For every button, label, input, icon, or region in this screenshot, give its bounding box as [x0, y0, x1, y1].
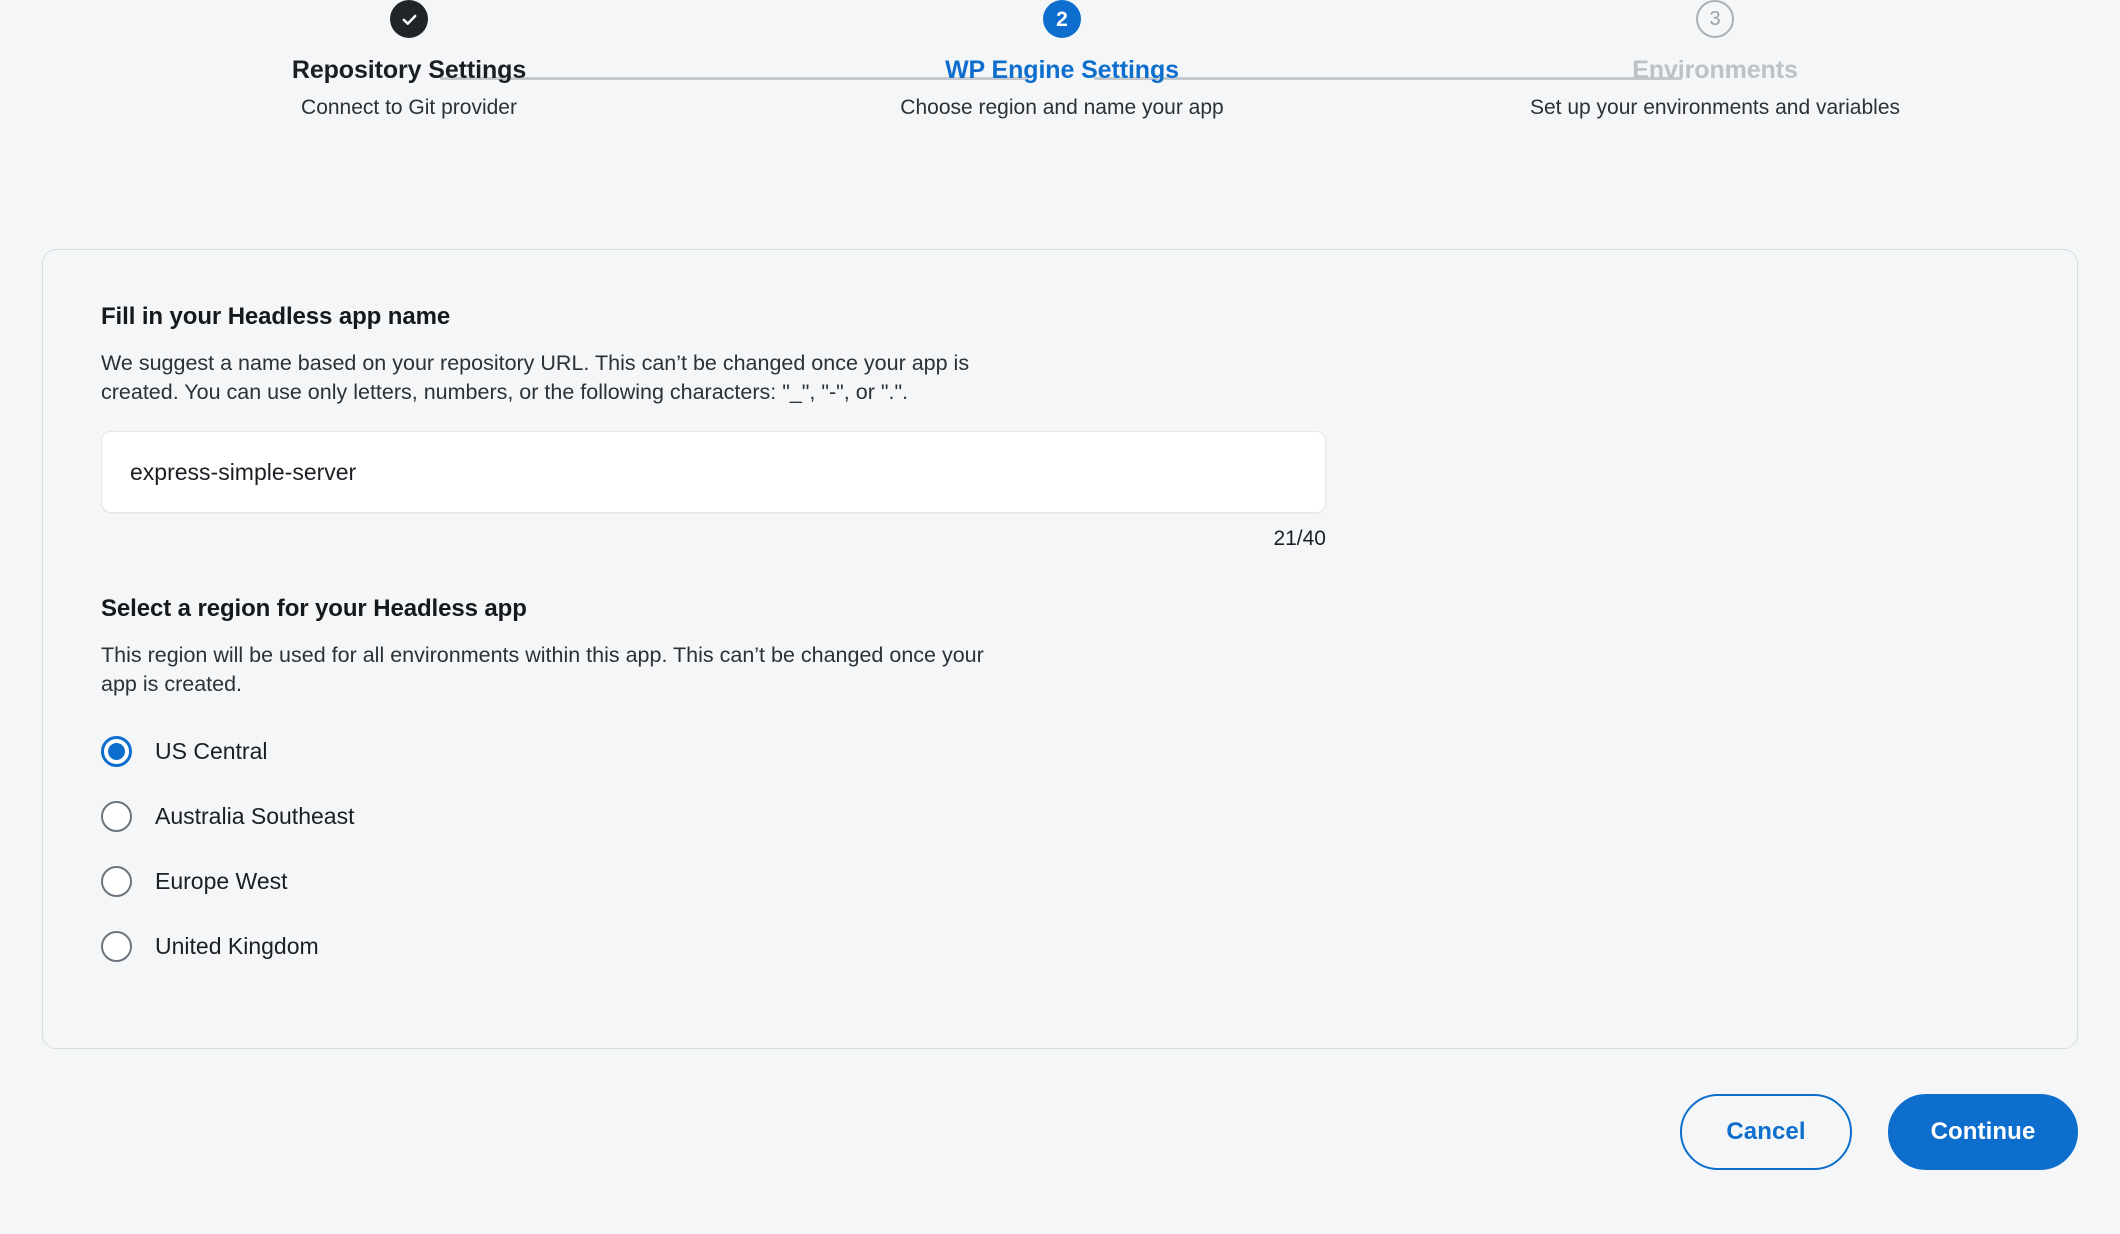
app-name-input[interactable]: [101, 431, 1326, 514]
stepper-step-subtitle: Set up your environments and variables: [1529, 95, 1901, 119]
region-option-us-central[interactable]: US Central: [101, 727, 641, 775]
radio-icon[interactable]: [101, 930, 132, 962]
radio-icon-selected[interactable]: [101, 735, 132, 767]
step-number-badge: 3: [1696, 0, 1734, 38]
step-number-badge: 2: [1043, 0, 1081, 38]
region-description: This region will be used for all environ…: [101, 643, 984, 697]
region-section: Select a region for your Headless app Th…: [101, 595, 2077, 970]
app-name-field-wrap: 21/40: [101, 431, 1326, 551]
radio-icon[interactable]: [101, 865, 132, 897]
stepper-step-subtitle: Choose region and name your app: [900, 95, 1224, 119]
radio-dot: [108, 742, 125, 760]
wizard-stepper: Repository Settings Connect to Git provi…: [0, 0, 2120, 170]
region-option-label: Europe West: [155, 867, 288, 894]
stepper-step-wp-engine-settings[interactable]: 2 WP Engine Settings Choose region and n…: [802, 0, 1322, 120]
stepper-step-title: WP Engine Settings: [945, 56, 1179, 84]
region-option-label: Australia Southeast: [155, 802, 355, 829]
region-radio-group[interactable]: US Central Australia Southeast Europe We…: [101, 727, 2077, 970]
cancel-button[interactable]: Cancel: [1680, 1094, 1852, 1170]
region-option-label: US Central: [155, 737, 268, 764]
region-option-australia-southeast[interactable]: Australia Southeast: [101, 792, 641, 840]
region-option-label: United Kingdom: [155, 932, 319, 959]
region-heading: Select a region for your Headless app: [101, 595, 527, 623]
stepper-step-environments[interactable]: 3 Environments Set up your environments …: [1455, 0, 1975, 120]
radio-icon[interactable]: [101, 800, 132, 832]
wizard-footer: Cancel Continue: [1680, 1094, 2078, 1170]
region-option-europe-west[interactable]: Europe West: [101, 857, 641, 905]
app-name-description: We suggest a name based on your reposito…: [101, 351, 970, 405]
stepper-step-title: Repository Settings: [291, 56, 527, 84]
stepper-step-repository-settings[interactable]: Repository Settings Connect to Git provi…: [149, 0, 669, 120]
stepper-step-subtitle: Connect to Git provider: [301, 95, 517, 119]
continue-button[interactable]: Continue: [1888, 1094, 2078, 1170]
check-icon: [390, 0, 428, 38]
app-name-heading: Fill in your Headless app name: [101, 303, 451, 330]
character-counter: 21/40: [1273, 527, 1326, 551]
settings-card: Fill in your Headless app name We sugges…: [42, 249, 2078, 1049]
app-name-section: Fill in your Headless app name We sugges…: [101, 303, 2077, 551]
region-option-united-kingdom[interactable]: United Kingdom: [101, 922, 641, 970]
stepper-step-title: Environments: [1632, 56, 1798, 84]
